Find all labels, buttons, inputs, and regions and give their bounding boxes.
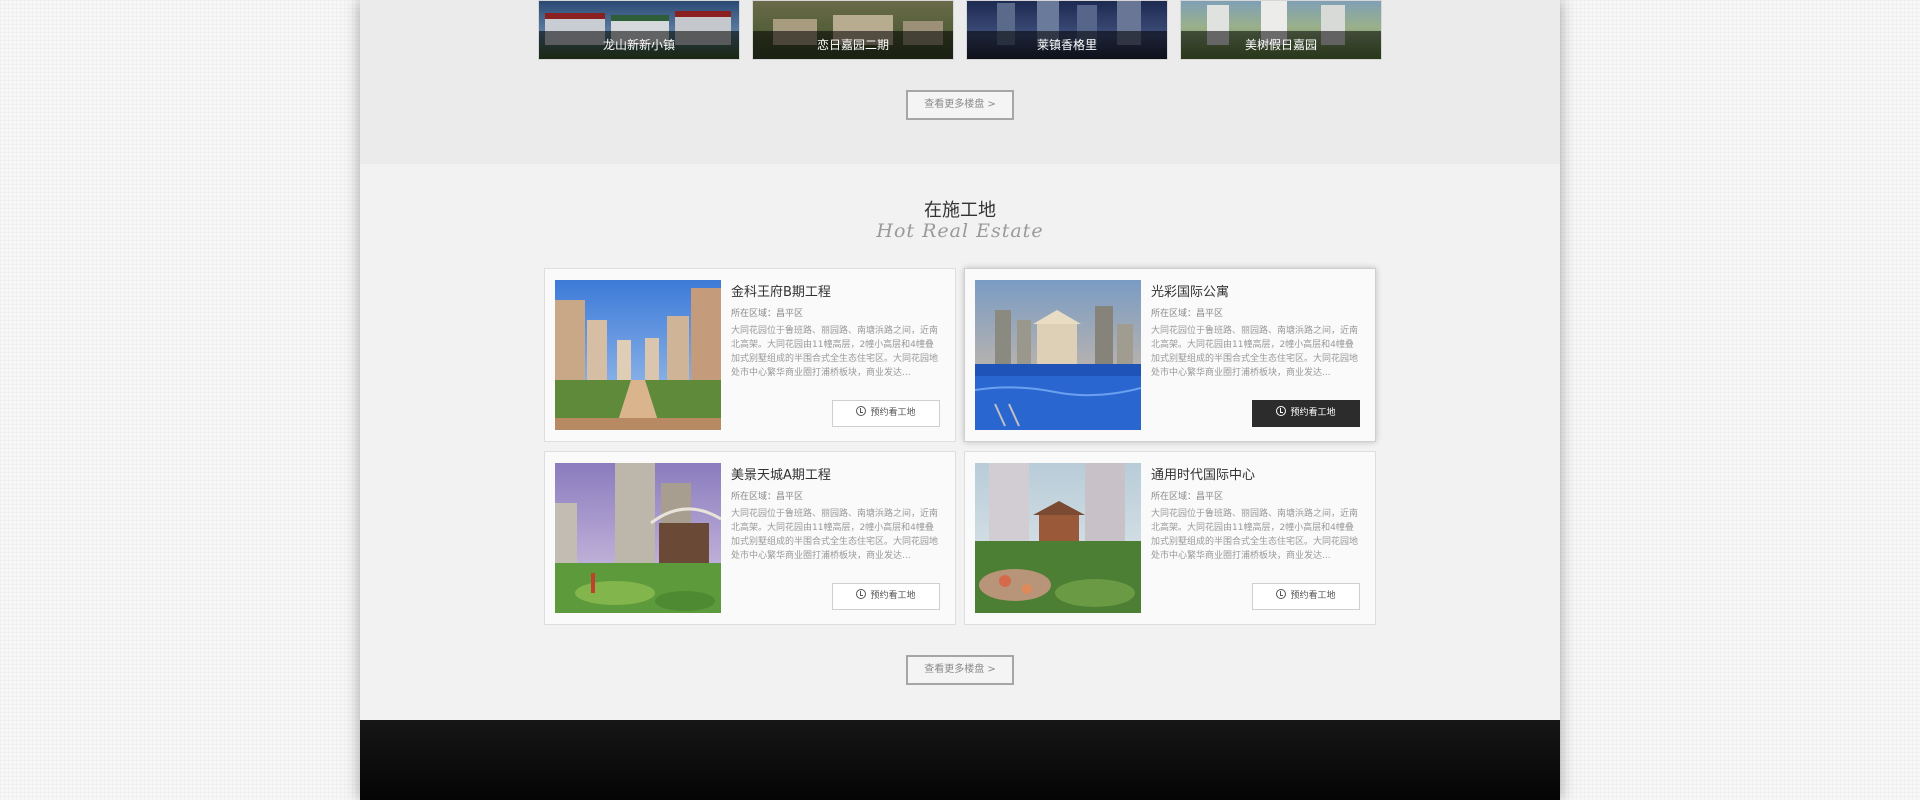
section-title: 在施工地 — [924, 200, 996, 221]
property-thumb-1[interactable]: 龙山新新小镇 — [538, 0, 740, 60]
book-site-visit-button[interactable]: 预约看工地 — [832, 400, 940, 427]
property-thumb-3[interactable]: 莱镇香格里 — [966, 0, 1168, 60]
featured-properties-band: 龙山新新小镇 恋日嘉园二期 莱镇香格里 美树假日嘉园 查看更多楼盘 > — [360, 0, 1560, 164]
construction-site-card[interactable]: 通用时代国际中心 所在区域：昌平区 大同花园位于鲁班路、丽园路、南塘浜路之间，近… — [964, 451, 1376, 625]
site-photo — [555, 463, 721, 613]
site-title[interactable]: 美景天城A期工程 — [731, 464, 831, 483]
clock-icon — [856, 406, 867, 416]
page-container: 龙山新新小镇 恋日嘉园二期 莱镇香格里 美树假日嘉园 查看更多楼盘 > 在施工地… — [360, 0, 1560, 800]
section-subtitle: Hot Real Estate — [876, 220, 1044, 242]
construction-site-card[interactable]: 金科王府B期工程 所在区域：昌平区 大同花园位于鲁班路、丽园路、南塘浜路之间，近… — [544, 268, 956, 442]
site-title[interactable]: 通用时代国际中心 — [1151, 464, 1255, 483]
property-thumb-caption: 莱镇香格里 — [967, 31, 1167, 59]
property-thumb-caption: 美树假日嘉园 — [1181, 31, 1381, 59]
construction-site-card[interactable]: 光彩国际公寓 所在区域：昌平区 大同花园位于鲁班路、丽园路、南塘浜路之间，近南北… — [964, 268, 1376, 442]
site-title[interactable]: 光彩国际公寓 — [1151, 281, 1229, 300]
book-site-visit-label: 预约看工地 — [870, 591, 916, 601]
clock-icon — [1276, 589, 1287, 599]
footer-band — [360, 720, 1560, 800]
site-description: 大同花园位于鲁班路、丽园路、南塘浜路之间，近南北高架。大同花园由11幢高层，2幢… — [731, 509, 939, 561]
clock-icon — [1276, 406, 1287, 416]
site-photo — [975, 280, 1141, 430]
book-site-visit-label: 预约看工地 — [1290, 408, 1336, 418]
site-photo — [975, 463, 1141, 613]
site-area: 所在区域：昌平区 — [1151, 492, 1224, 502]
property-thumb-caption: 龙山新新小镇 — [539, 31, 739, 59]
site-area: 所在区域：昌平区 — [1151, 309, 1224, 319]
view-more-properties-button[interactable]: 查看更多楼盘 > — [906, 655, 1014, 685]
clock-icon — [856, 589, 867, 599]
site-description: 大同花园位于鲁班路、丽园路、南塘浜路之间，近南北高架。大同花园由11幢高层，2幢… — [731, 326, 939, 378]
book-site-visit-button[interactable]: 预约看工地 — [1252, 400, 1360, 427]
book-site-visit-label: 预约看工地 — [870, 408, 916, 418]
site-description: 大同花园位于鲁班路、丽园路、南塘浜路之间，近南北高架。大同花园由11幢高层，2幢… — [1151, 509, 1359, 561]
property-thumb-caption: 恋日嘉园二期 — [753, 31, 953, 59]
site-area: 所在区域：昌平区 — [731, 492, 804, 502]
site-title[interactable]: 金科王府B期工程 — [731, 281, 831, 300]
book-site-visit-button[interactable]: 预约看工地 — [1252, 583, 1360, 610]
book-site-visit-button[interactable]: 预约看工地 — [832, 583, 940, 610]
site-description: 大同花园位于鲁班路、丽园路、南塘浜路之间，近南北高架。大同花园由11幢高层，2幢… — [1151, 326, 1359, 378]
property-thumb-2[interactable]: 恋日嘉园二期 — [752, 0, 954, 60]
construction-site-card[interactable]: 美景天城A期工程 所在区域：昌平区 大同花园位于鲁班路、丽园路、南塘浜路之间，近… — [544, 451, 956, 625]
book-site-visit-label: 预约看工地 — [1290, 591, 1336, 601]
site-photo — [555, 280, 721, 430]
property-thumb-4[interactable]: 美树假日嘉园 — [1180, 0, 1382, 60]
view-more-properties-button-top[interactable]: 查看更多楼盘 > — [906, 90, 1014, 120]
site-area: 所在区域：昌平区 — [731, 309, 804, 319]
